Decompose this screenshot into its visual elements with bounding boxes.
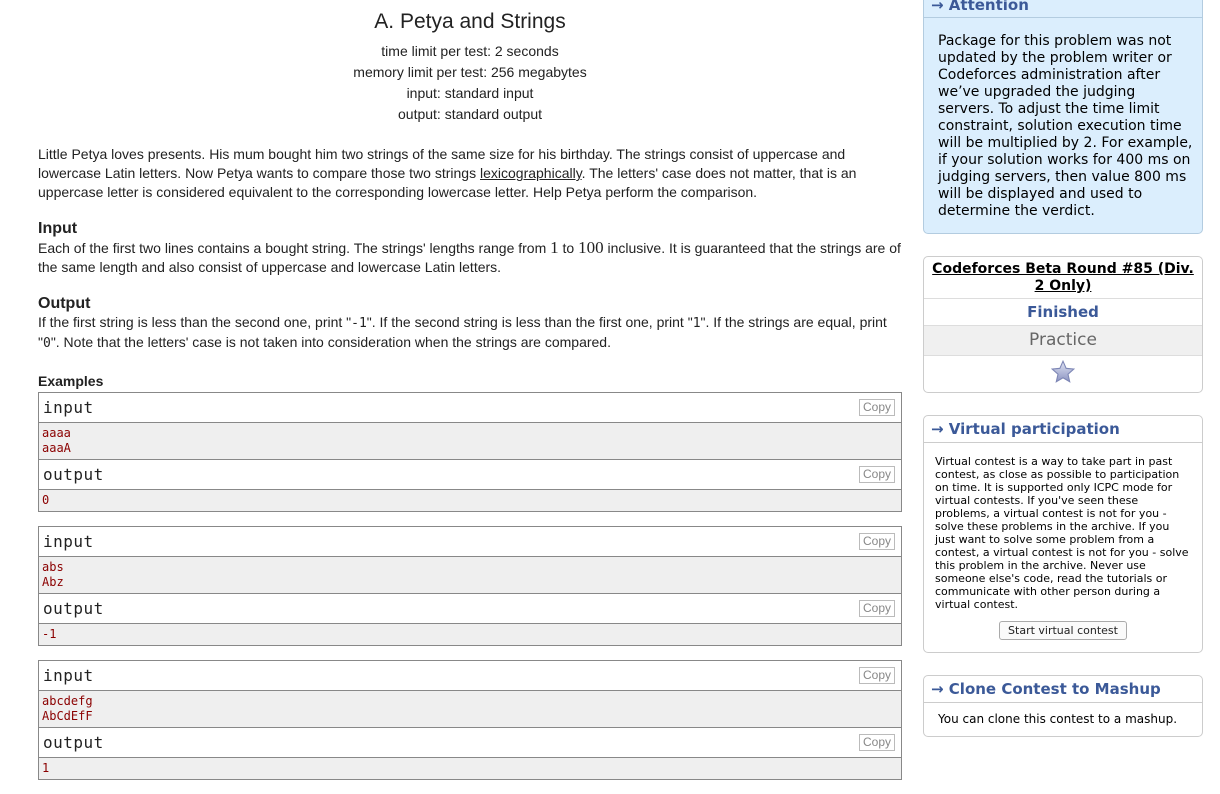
output-line: 0 [42, 493, 50, 507]
copy-input-button[interactable]: Copy [858, 533, 895, 550]
copy-input-button[interactable]: Copy [858, 399, 895, 416]
copy-output-button[interactable]: Copy [858, 600, 895, 617]
input-line: aaaa [42, 426, 71, 440]
contest-name-link[interactable]: Codeforces Beta Round #85 (Div. 2 Only) [924, 257, 1202, 299]
star-icon[interactable] [1050, 359, 1076, 390]
example-output: 0 [39, 490, 901, 511]
sidebar: → Attention Package for this problem was… [923, 0, 1203, 737]
output-label: output [43, 733, 104, 752]
copy-output-button[interactable]: Copy [858, 734, 895, 751]
input-line: Abz [42, 575, 64, 589]
input-spec-text-1: Each of the first two lines contains a b… [38, 240, 551, 256]
input-spec-title: Input [38, 220, 78, 237]
example-2: input Copy abs Abz output Copy -1 [38, 526, 902, 646]
attention-box: → Attention Package for this problem was… [923, 0, 1203, 234]
problem-title: A. Petya and Strings [374, 10, 566, 33]
output-label: output [43, 599, 104, 618]
clone-contest-panel: → Clone Contest to Mashup You can clone … [923, 675, 1203, 737]
virtual-participation-title: → Virtual participation [924, 416, 1202, 443]
clone-contest-title: → Clone Contest to Mashup [924, 676, 1202, 703]
output-spec-t4: ". Note that the letters' case is not ta… [50, 334, 611, 350]
example-input: abs Abz [39, 557, 901, 593]
memory-limit: memory limit per test: 256 megabytes [353, 64, 587, 80]
examples-title: Examples [38, 373, 104, 389]
example-input: abcdefg AbCdEfF [39, 691, 901, 727]
output-spec-t2: ". If the second string is less than the… [366, 314, 693, 330]
input-line: aaaA [42, 441, 71, 455]
output-code-3: 0 [42, 336, 51, 351]
output-code-2: 1 [692, 316, 701, 331]
example-output-header: output Copy [39, 593, 901, 624]
virtual-participation-text: Virtual contest is a way to take part in… [935, 455, 1189, 611]
example-input-header: input Copy [39, 661, 901, 691]
example-input: aaaa aaaA [39, 423, 901, 459]
output-line: -1 [42, 627, 57, 641]
start-virtual-contest-button[interactable]: Start virtual contest [999, 621, 1127, 640]
example-input-header: input Copy [39, 393, 901, 423]
example-output-header: output Copy [39, 459, 901, 490]
output-spec-title: Output [38, 295, 91, 312]
input-line: AbCdEfF [42, 709, 93, 723]
example-1: input Copy aaaa aaaA output Copy 0 [38, 392, 902, 512]
lexicographically-link[interactable]: lexicographically [480, 165, 582, 181]
virtual-participation-panel: → Virtual participation Virtual contest … [923, 415, 1203, 653]
output-file: output: standard output [398, 106, 542, 122]
virtual-button-wrap: Start virtual contest [924, 621, 1202, 652]
output-spec-t1: If the first string is less than the sec… [38, 314, 352, 330]
example-3: input Copy abcdefg AbCdEfF output Copy 1 [38, 660, 902, 780]
input-label: input [43, 532, 94, 551]
input-line: abs [42, 560, 64, 574]
problem-legend: Little Petya loves presents. His mum bou… [38, 145, 902, 202]
input-line: abcdefg [42, 694, 93, 708]
example-input-header: input Copy [39, 527, 901, 557]
copy-input-button[interactable]: Copy [858, 667, 895, 684]
time-limit: time limit per test: 2 seconds [381, 43, 559, 59]
input-spec-text: Each of the first two lines contains a b… [38, 238, 902, 277]
contest-phase: Practice [924, 326, 1202, 356]
output-line: 1 [42, 761, 50, 775]
example-output: 1 [39, 758, 901, 779]
attention-text: Package for this problem was not updated… [938, 33, 1193, 219]
input-label: input [43, 398, 94, 417]
favourite-star[interactable] [924, 356, 1202, 392]
input-max: 100 [578, 238, 604, 257]
input-label: input [43, 666, 94, 685]
clone-contest-text: You can clone this contest to a mashup. [938, 712, 1178, 726]
input-spec-to: to [558, 240, 579, 256]
output-code-1: -1 [351, 316, 367, 331]
attention-title: → Attention [931, 0, 1029, 14]
input-min: 1 [550, 238, 559, 257]
output-label: output [43, 465, 104, 484]
copy-output-button[interactable]: Copy [858, 466, 895, 483]
problem-statement: A. Petya and Strings time limit per test… [38, 0, 902, 794]
input-file: input: standard input [406, 85, 534, 101]
example-output: -1 [39, 624, 901, 645]
output-spec-text: If the first string is less than the sec… [38, 313, 902, 353]
contest-status: Finished [924, 299, 1202, 326]
contest-info-box: Codeforces Beta Round #85 (Div. 2 Only) … [923, 256, 1203, 393]
example-output-header: output Copy [39, 727, 901, 758]
